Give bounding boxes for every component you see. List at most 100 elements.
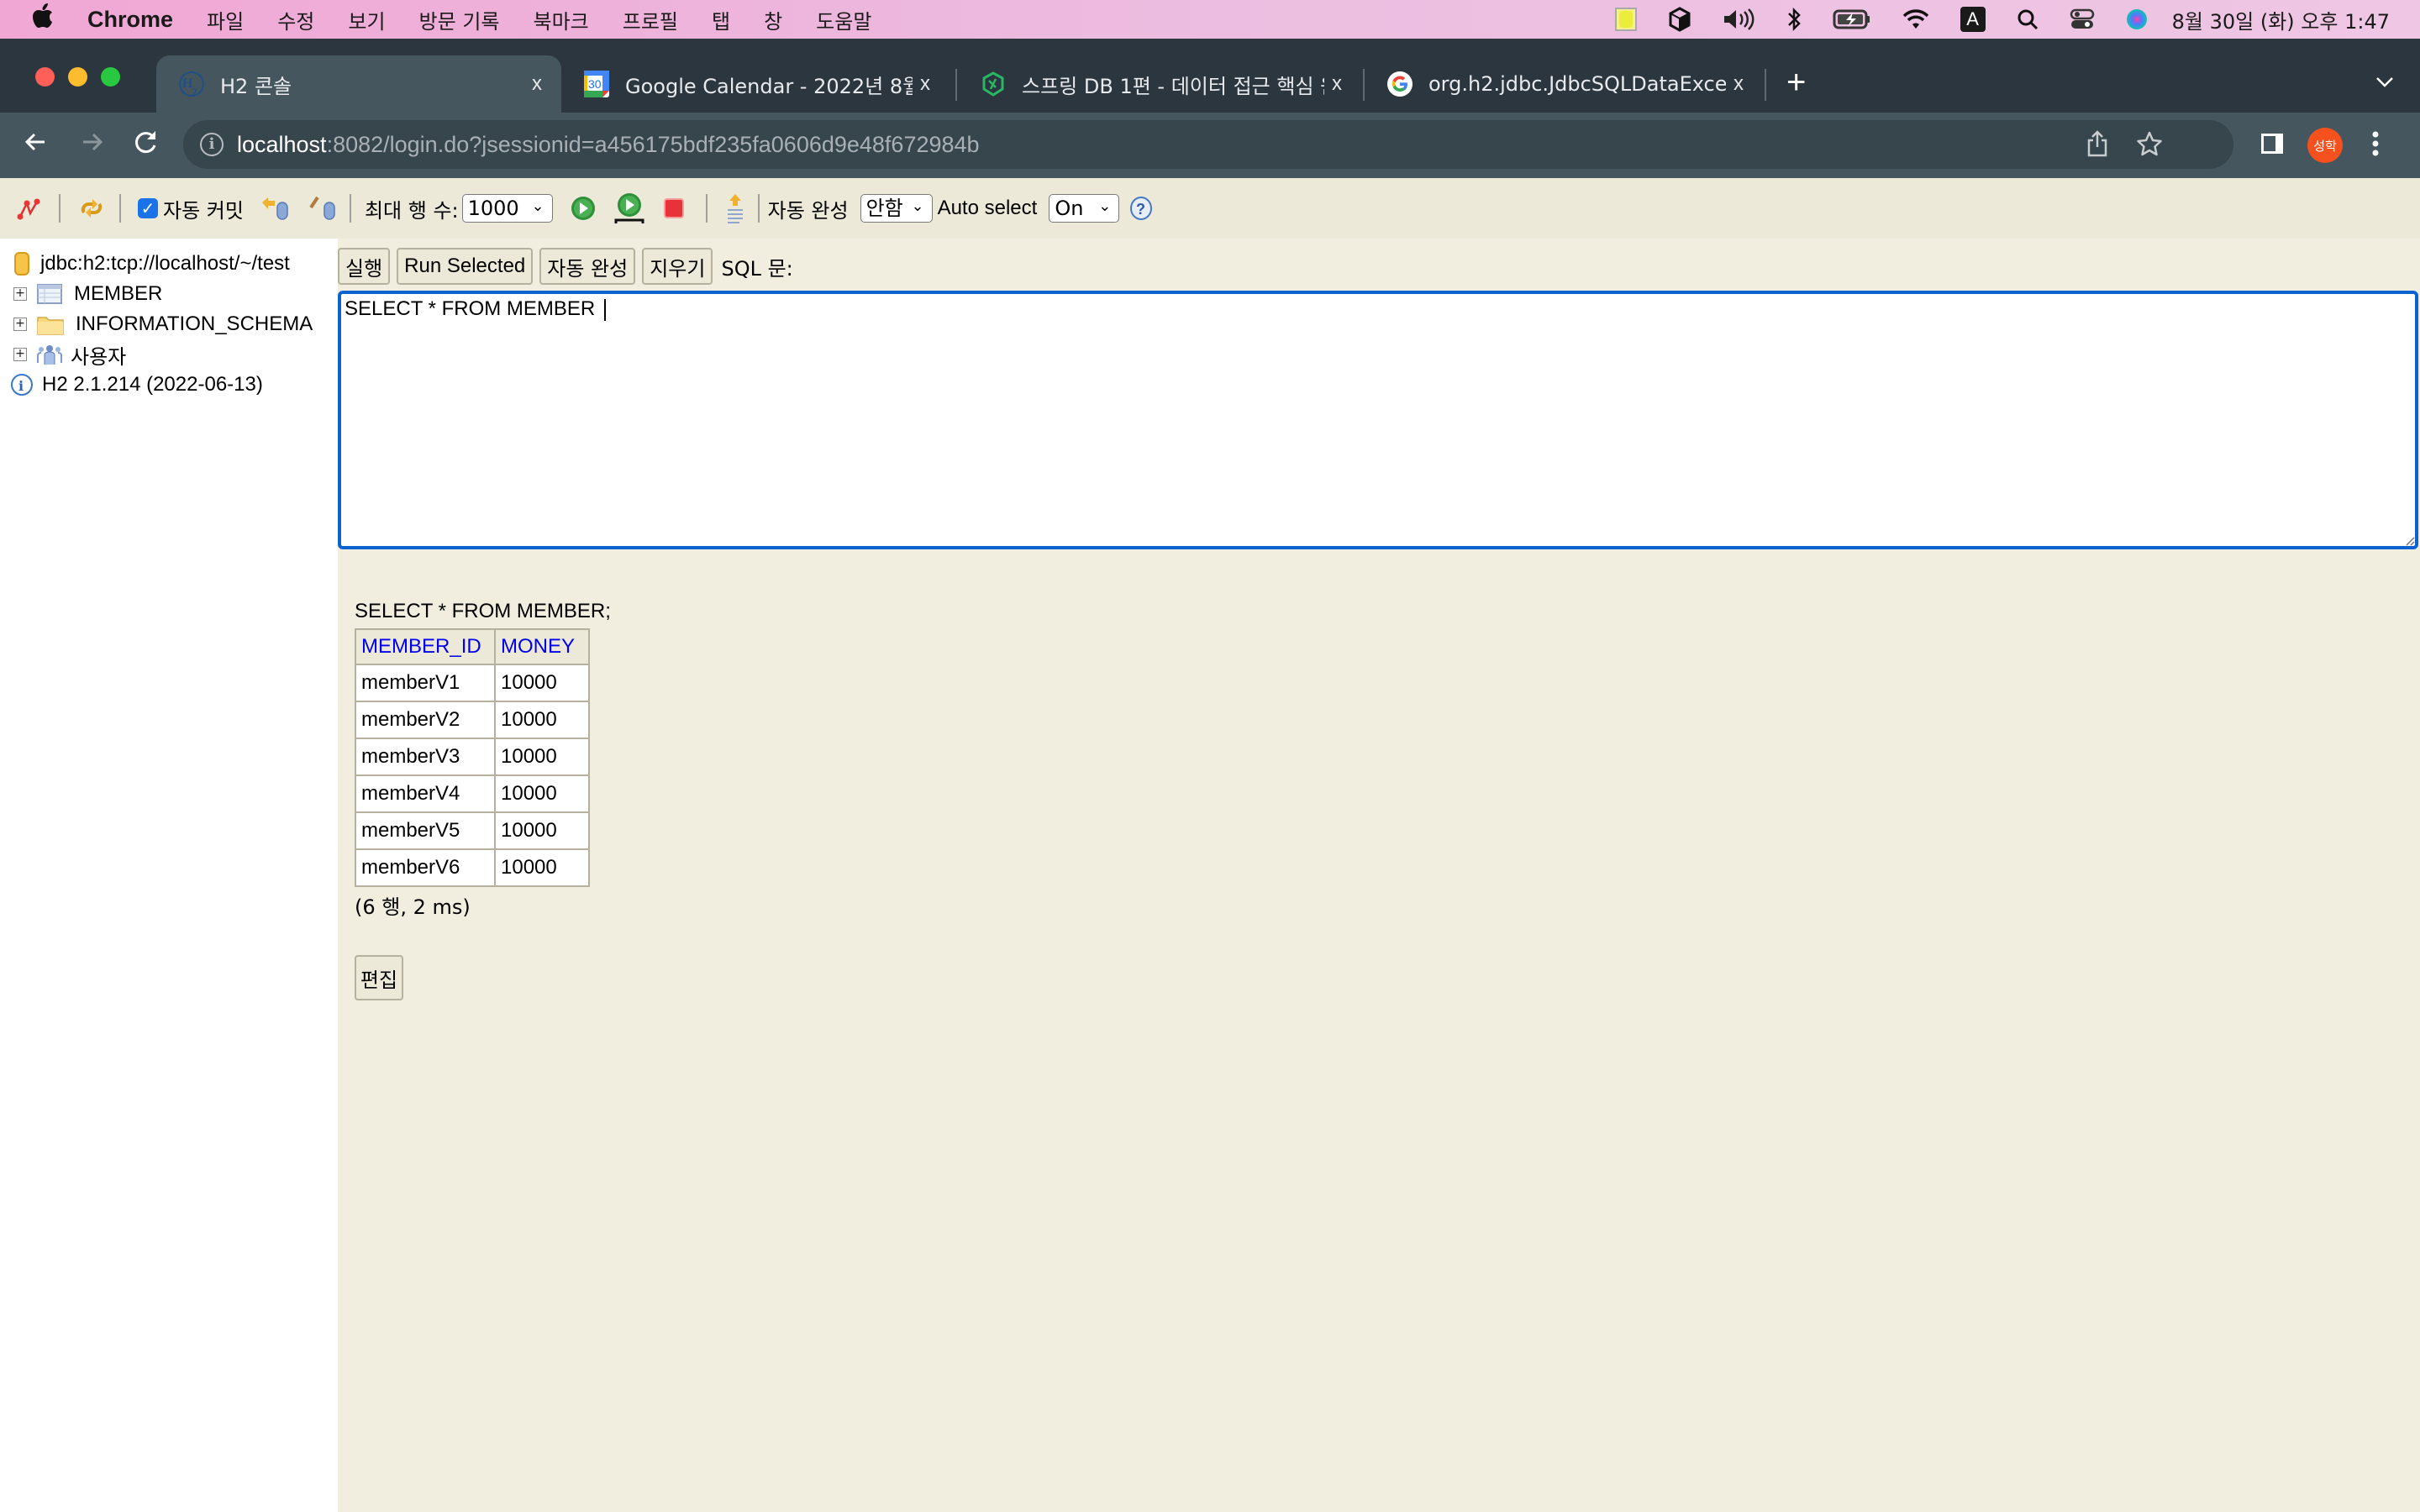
address-bar[interactable]: i localhost:8082/login.do?jsessionid=a45… [183,120,2233,169]
menu-app-name[interactable]: Chrome [87,7,173,33]
max-rows-dropdown[interactable]: 1000 [461,194,553,223]
spotlight-search-icon[interactable] [2016,0,2039,39]
menubar-clock[interactable]: 8월 30일 (화) 오후 1:47 [2172,5,2390,34]
expand-icon[interactable]: + [13,348,27,361]
cell-money: 10000 [494,738,590,776]
google-calendar-icon: 30 [583,71,610,97]
edit-button[interactable]: 편집 [355,955,403,1000]
sql-editor[interactable]: SELECT * FROM MEMBER [338,291,2418,549]
run-selected-icon[interactable] [613,192,645,225]
site-info-icon[interactable]: i [200,133,224,156]
autocomplete-dropdown[interactable]: 안함 [860,194,933,223]
siri-icon[interactable] [2125,0,2149,39]
run-selected-button[interactable]: Run Selected [397,248,534,285]
auto-commit-checkbox[interactable]: ✓ [138,198,158,218]
table-row: memberV2 10000 [355,701,590,739]
auto-select-select[interactable]: On ⌄ [1049,194,1120,223]
side-panel-icon[interactable] [2260,133,2284,159]
control-center-icon[interactable] [2070,0,2095,39]
disconnect-icon[interactable] [15,192,42,225]
close-tab-icon[interactable]: x [913,72,938,96]
chrome-menu-icon[interactable] [2371,130,2380,161]
volume-icon[interactable] [1722,0,1755,39]
max-rows-select[interactable]: 1000 ⌄ [461,194,553,223]
close-tab-icon[interactable]: x [1324,72,1349,96]
autocomplete-select[interactable]: 안함 ⌄ [860,194,933,223]
package-icon[interactable] [1668,0,1691,39]
toolbar-right: 성학 [2260,113,2380,178]
back-button[interactable] [18,128,52,164]
svg-text:i: i [18,378,24,394]
tab-title: Google Calendar - 2022년 8월 2 [625,74,913,98]
expand-icon[interactable]: + [13,287,27,301]
url-text[interactable]: localhost:8082/login.do?jsessionid=a4561… [237,132,980,158]
menu-window[interactable]: 창 [764,5,782,34]
stop-icon[interactable] [662,192,686,225]
run-icon[interactable] [570,192,597,225]
menu-help[interactable]: 도움말 [816,5,871,34]
tab-google-calendar[interactable]: 30 Google Calendar - 2022년 8월 2 x [561,55,950,113]
column-header-member-id[interactable]: MEMBER_ID [355,628,496,665]
menu-tab[interactable]: 탭 [712,5,730,34]
resize-handle-icon[interactable] [2403,534,2415,546]
tab-h2-jdbc-exception[interactable]: org.h2.jdbc.JdbcSQLDataExcep x [1365,55,1763,113]
tree-item-member[interactable]: + MEMBER [0,279,162,309]
tab-h2-console[interactable]: H2 H2 콘솔 x [156,55,561,113]
tree-version: i H2 2.1.214 (2022-06-13) [0,370,263,400]
notes-icon[interactable] [1614,0,1638,39]
users-icon [37,343,62,366]
autocomplete-button[interactable]: 자동 완성 [539,248,636,285]
bookmark-star-icon[interactable] [2136,130,2163,164]
info-icon: i [10,373,34,396]
cell-member-id: memberV2 [355,701,496,739]
tab-inflearn-spring-db[interactable]: 스프링 DB 1편 - 데이터 접근 핵심 원 x [958,55,1361,113]
wifi-icon[interactable] [1902,0,1930,39]
battery-charging-icon[interactable] [1833,0,1871,39]
close-window-button[interactable] [35,67,55,87]
result-table: MEMBER_ID MONEY memberV1 10000 memberV2 10… [355,628,590,887]
result-statement: SELECT * FROM MEMBER; [355,600,611,622]
cell-money: 10000 [494,811,590,850]
history-icon[interactable] [723,192,748,225]
svg-text:2: 2 [192,87,197,97]
forward-button[interactable] [76,128,109,164]
autocomplete-label: 자동 완성 [767,198,849,223]
tree-item-information-schema[interactable]: + INFORMATION_SCHEMA [0,309,313,339]
minimize-window-button[interactable] [68,67,87,87]
fullscreen-window-button[interactable] [101,67,120,87]
input-source-icon[interactable]: A [1960,0,1986,39]
column-header-money[interactable]: MONEY [494,628,590,665]
cell-member-id: memberV4 [355,774,496,813]
toolbar-separator [705,194,708,223]
close-tab-icon[interactable]: x [1726,72,1751,96]
tab-search-chevron-icon[interactable] [2375,71,2395,94]
cell-money: 10000 [494,664,590,702]
schema-tree: jdbc:h2:tcp://localhost/~/test + MEMBER … [0,239,338,1512]
refresh-icon[interactable] [77,192,106,225]
menu-history[interactable]: 방문 기록 [419,5,500,34]
clear-button[interactable]: 지우기 [642,248,713,285]
rollback-icon[interactable] [259,192,289,225]
profile-avatar[interactable]: 성학 [2307,128,2343,163]
menu-bookmarks[interactable]: 북마크 [533,5,588,34]
menu-view[interactable]: 보기 [348,5,385,34]
auto-select-dropdown[interactable]: On [1049,194,1120,223]
database-icon [13,251,30,276]
table-row: memberV5 10000 [355,811,590,850]
tree-item-users[interactable]: + 사용자 [0,339,126,370]
menu-edit[interactable]: 수정 [277,5,314,34]
menu-file[interactable]: 파일 [207,5,244,34]
tree-connection[interactable]: jdbc:h2:tcp://localhost/~/test [0,249,290,279]
share-icon[interactable] [2086,130,2109,164]
bluetooth-icon[interactable] [1786,0,1802,39]
run-button[interactable]: 실행 [338,248,391,285]
new-tab-button[interactable]: + [1786,64,1806,102]
expand-icon[interactable]: + [13,318,27,331]
close-tab-icon[interactable]: x [524,72,550,96]
h2-icon: H2 [178,71,205,97]
reload-button[interactable] [129,128,163,164]
help-icon[interactable]: ? [1129,192,1153,225]
commit-icon[interactable] [308,192,338,225]
menu-profiles[interactable]: 프로필 [623,5,678,34]
apple-menu-icon[interactable] [32,3,57,35]
